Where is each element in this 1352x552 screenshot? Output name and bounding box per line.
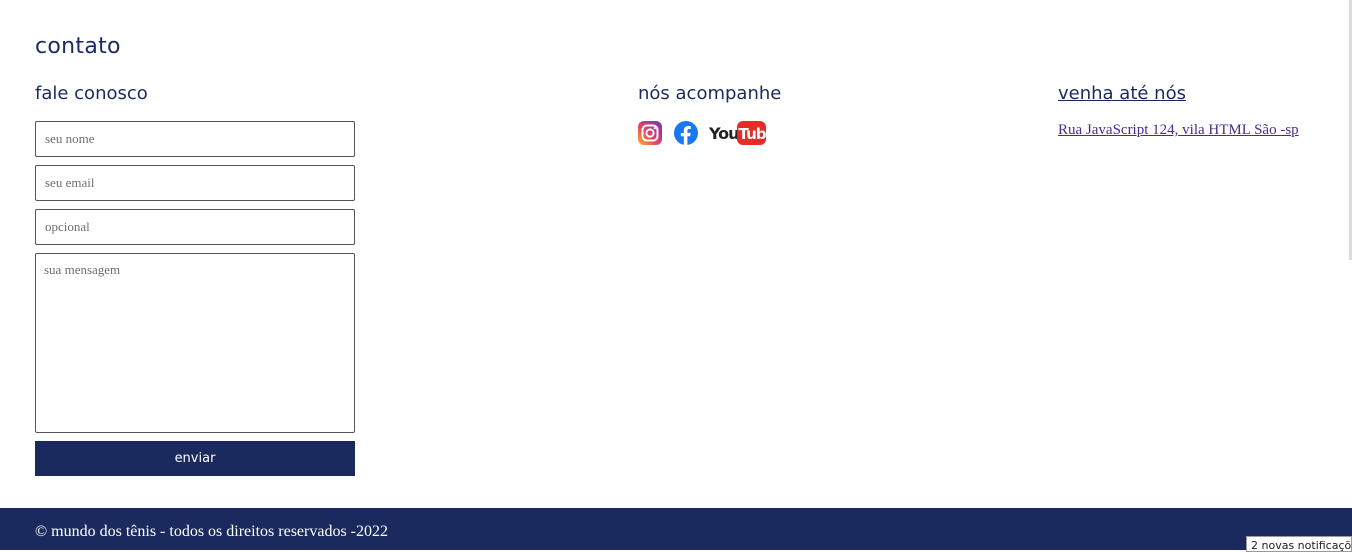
page-title: contato xyxy=(35,34,121,59)
address-link[interactable]: Rua JavaScript 124, vila HTML São -sp xyxy=(1058,122,1299,139)
contact-form-heading: fale conosco xyxy=(35,83,148,104)
message-textarea[interactable] xyxy=(35,253,355,433)
facebook-icon[interactable] xyxy=(674,120,698,146)
youtube-icon[interactable]: You Tube xyxy=(709,120,767,146)
instagram-icon[interactable] xyxy=(638,120,662,146)
svg-text:Tube: Tube xyxy=(739,125,768,143)
social-heading: nós acompanhe xyxy=(638,83,782,104)
location-heading[interactable]: venha até nós xyxy=(1058,83,1186,104)
footer: © mundo dos tênis - todos os direitos re… xyxy=(0,508,1352,550)
copyright-text: © mundo dos tênis - todos os direitos re… xyxy=(35,523,389,540)
send-button[interactable]: enviar xyxy=(35,441,355,476)
email-input[interactable] xyxy=(35,165,355,201)
name-input[interactable] xyxy=(35,121,355,157)
svg-text:You: You xyxy=(709,124,739,143)
optional-input[interactable] xyxy=(35,209,355,245)
